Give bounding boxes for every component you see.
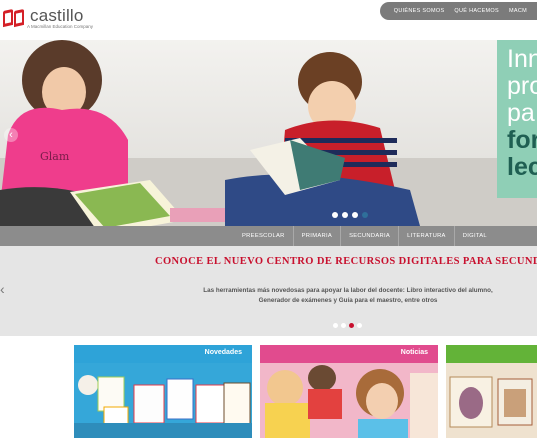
page: castillo A Macmillan Education Company Q… bbox=[0, 0, 537, 438]
logo-name: castillo bbox=[30, 6, 84, 25]
category-digital[interactable]: DIGITAL bbox=[453, 226, 495, 246]
card-third[interactable] bbox=[446, 345, 537, 438]
hero-prev-arrow-icon[interactable]: ‹ bbox=[4, 128, 18, 142]
category-bar: PREESCOLAR PRIMARIA SECUNDARIA LITERATUR… bbox=[0, 226, 537, 246]
nav-quienes-somos[interactable]: QUIÉNES SOMOS bbox=[394, 8, 445, 14]
hero-pagination bbox=[332, 212, 368, 218]
banner-title[interactable]: CONOCE EL NUEVO CENTRO DE RECURSOS DIGIT… bbox=[155, 256, 537, 267]
banner-text: Las herramientas más novedosas para apoy… bbox=[203, 287, 493, 304]
card-novedades-header: Novedades bbox=[74, 345, 252, 363]
storybooks-image bbox=[446, 363, 537, 438]
hero-word-3: pa bbox=[507, 99, 535, 127]
books-image bbox=[74, 363, 252, 438]
banner-dot-1[interactable] bbox=[333, 323, 338, 328]
card-novedades-label: Novedades bbox=[204, 349, 242, 356]
logo-tagline: A Macmillan Education Company bbox=[27, 24, 94, 29]
hero-dot-1[interactable] bbox=[332, 212, 338, 218]
category-preescolar[interactable]: PREESCOLAR bbox=[234, 226, 293, 246]
category-primaria[interactable]: PRIMARIA bbox=[292, 226, 340, 246]
banner-prev-arrow-icon[interactable]: ‹ bbox=[0, 282, 5, 296]
banner-dot-4[interactable] bbox=[357, 323, 362, 328]
card-novedades[interactable]: Novedades bbox=[74, 345, 252, 438]
card-novedades-image bbox=[74, 363, 252, 438]
card-noticias-image bbox=[260, 363, 438, 438]
card-third-image bbox=[446, 363, 537, 438]
card-noticias[interactable]: Noticias bbox=[260, 345, 438, 438]
hero-slider[interactable]: Glam Inn pro pa for lec ‹ bbox=[0, 40, 537, 226]
kids-image bbox=[260, 363, 438, 438]
top-nav: QUIÉNES SOMOS QUÉ HACEMOS MACM bbox=[379, 2, 537, 20]
card-noticias-header: Noticias bbox=[260, 345, 438, 363]
feature-cards: Novedades Noticias bbox=[0, 345, 537, 438]
header: castillo A Macmillan Education Company Q… bbox=[0, 0, 537, 38]
hero-dot-3[interactable] bbox=[352, 212, 358, 218]
hero-dot-4[interactable] bbox=[362, 212, 368, 218]
card-noticias-label: Noticias bbox=[400, 349, 428, 356]
hero-dot-2[interactable] bbox=[342, 212, 348, 218]
hero-photo: Glam bbox=[0, 40, 537, 226]
hero-word-2: pro bbox=[507, 72, 537, 100]
banner-pagination bbox=[333, 323, 362, 328]
nav-que-hacemos[interactable]: QUÉ HACEMOS bbox=[454, 8, 499, 14]
hero-word-5: lec bbox=[507, 153, 537, 181]
category-literatura[interactable]: LITERATURA bbox=[398, 226, 454, 246]
hero-word-4: for bbox=[507, 126, 537, 154]
hero-word-1: Inn bbox=[507, 45, 537, 73]
castillo-logo-icon bbox=[3, 8, 25, 28]
category-secundaria[interactable]: SECUNDARIA bbox=[340, 226, 398, 246]
svg-text:Glam: Glam bbox=[40, 150, 70, 163]
card-third-header bbox=[446, 345, 537, 363]
announcement-banner: ‹ CONOCE EL NUEVO CENTRO DE RECURSOS DIG… bbox=[0, 246, 537, 336]
hero-promo-panel: Inn pro pa for lec bbox=[497, 40, 537, 198]
banner-dot-2[interactable] bbox=[341, 323, 346, 328]
nav-macmillan[interactable]: MACM bbox=[509, 8, 527, 14]
banner-dot-3[interactable] bbox=[349, 323, 354, 328]
